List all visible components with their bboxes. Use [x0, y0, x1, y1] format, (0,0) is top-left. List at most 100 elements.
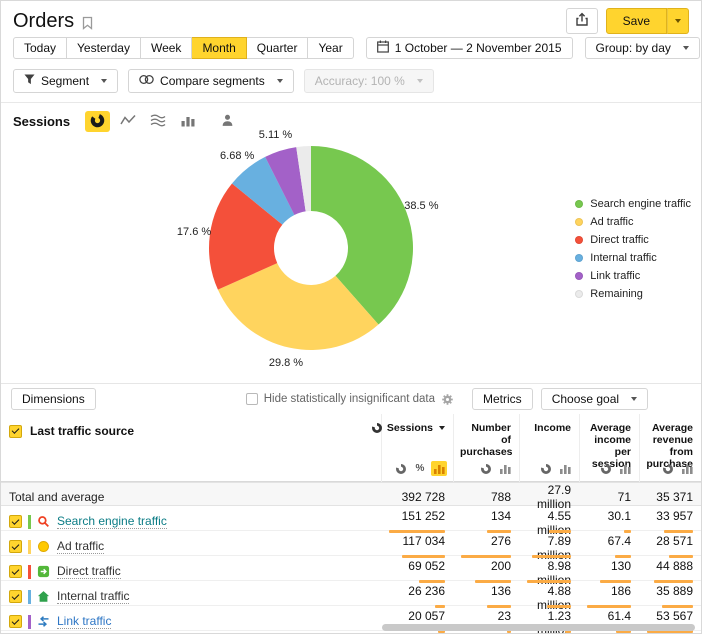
group-by-dropdown[interactable]: Group: by day	[585, 37, 700, 59]
chart-type-audience-button[interactable]	[215, 111, 240, 132]
page-title: Orders	[13, 10, 74, 33]
pie-icon	[90, 113, 105, 131]
export-button[interactable]	[566, 8, 598, 34]
legend-item[interactable]: Search engine traffic	[575, 195, 691, 213]
legend-label: Ad traffic	[590, 216, 633, 228]
choose-goal-dropdown[interactable]: Choose goal	[541, 388, 648, 410]
period-quarter[interactable]: Quarter	[247, 37, 309, 59]
table-row: Direct traffic 69 052 200 8.98 million 1…	[1, 556, 701, 581]
bars-toggle-icon[interactable]	[497, 461, 513, 476]
traffic-source-link[interactable]: Direct traffic	[57, 564, 121, 579]
legend-item[interactable]: Internal traffic	[575, 249, 691, 267]
gear-icon[interactable]	[441, 393, 454, 406]
save-dropdown-button[interactable]	[667, 8, 689, 34]
legend-item[interactable]: Remaining	[575, 285, 691, 303]
legend-color-dot	[575, 236, 583, 244]
legend-color-dot	[575, 272, 583, 280]
choose-goal-label: Choose goal	[552, 392, 619, 406]
hide-insignificant-checkbox[interactable]	[246, 393, 258, 405]
chart-area: 38.5 %29.8 %17.6 %6.68 %5.11 % Search en…	[1, 137, 701, 383]
compare-segments-icon	[139, 74, 154, 88]
legend-label: Direct traffic	[590, 234, 648, 246]
chart-toolbar: Sessions	[1, 103, 701, 137]
bookmark-icon[interactable]	[82, 16, 93, 30]
row-checkbox[interactable]	[9, 565, 22, 578]
chart-type-stacked-button[interactable]	[145, 111, 170, 132]
total-label: Total and average	[1, 490, 381, 504]
period-month[interactable]: Month	[192, 37, 246, 59]
legend-color-dot	[575, 200, 583, 208]
internal-traffic-icon	[37, 590, 51, 604]
period-week[interactable]: Week	[141, 37, 192, 59]
row-checkbox[interactable]	[9, 540, 22, 553]
calendar-icon	[377, 40, 389, 56]
legend-color-dot	[575, 290, 583, 298]
table-header-row: Last traffic source Sessions Number of p…	[1, 414, 701, 460]
compare-segments-dropdown[interactable]: Compare segments	[128, 69, 294, 93]
traffic-source-link[interactable]: Ad traffic	[57, 539, 104, 554]
segment-toolbar: Segment Compare segments Accuracy: 100 %	[1, 65, 701, 103]
percent-toggle-icon[interactable]: %	[412, 461, 428, 476]
sort-desc-icon	[439, 426, 445, 430]
dimensions-button[interactable]: Dimensions	[11, 388, 96, 410]
chart-type-pie-button[interactable]	[85, 111, 110, 132]
row-checkbox[interactable]	[9, 615, 22, 628]
accuracy-label: Accuracy: 100 %	[315, 74, 405, 88]
column-header-income[interactable]: Income	[519, 414, 579, 460]
pie-percent-label: 17.6 %	[177, 226, 211, 238]
chevron-down-icon	[683, 46, 689, 50]
stacked-area-icon	[150, 113, 166, 130]
table-controls: Dimensions Hide statistically insignific…	[1, 383, 701, 414]
donut-toggle-icon[interactable]	[660, 461, 676, 476]
column-header-purchases[interactable]: Number of purchases	[453, 414, 519, 460]
chevron-down-icon	[101, 79, 107, 83]
row-checkbox[interactable]	[9, 515, 22, 528]
period-year[interactable]: Year	[308, 37, 353, 59]
period-yesterday[interactable]: Yesterday	[67, 37, 141, 59]
series-color-stripe	[28, 540, 31, 554]
select-all-checkbox[interactable]	[9, 425, 22, 438]
bars-toggle-icon[interactable]	[431, 461, 447, 476]
donut-toggle-icon[interactable]	[598, 461, 614, 476]
period-today[interactable]: Today	[13, 37, 67, 59]
legend-item[interactable]: Link traffic	[575, 267, 691, 285]
chart-metric-label: Sessions	[13, 114, 70, 129]
chart-type-columns-button[interactable]	[175, 111, 200, 132]
funnel-icon	[24, 74, 35, 88]
donut-toggle-icon[interactable]	[478, 461, 494, 476]
date-range-button[interactable]: 1 October — 2 November 2015	[366, 37, 573, 59]
legend-label: Internal traffic	[590, 252, 656, 264]
pie-wrap: 38.5 %29.8 %17.6 %6.68 %5.11 %	[208, 145, 414, 351]
table-row: Internal traffic 26 236 136 4.88 million…	[1, 581, 701, 606]
table-row: Search engine traffic 151 252 134 4.55 m…	[1, 506, 701, 531]
bars-toggle-icon[interactable]	[679, 461, 695, 476]
chevron-down-icon	[631, 397, 637, 401]
report-header: Orders Save	[1, 1, 701, 35]
dimension-column-header[interactable]: Last traffic source	[30, 424, 134, 438]
bars-toggle-icon[interactable]	[557, 461, 573, 476]
column-header-avg-revenue[interactable]: Average revenue from purchase	[639, 414, 701, 460]
donut-toggle-icon[interactable]	[393, 461, 409, 476]
metric-display-toggles: %	[1, 460, 701, 482]
save-split-button: Save	[606, 8, 689, 34]
bars-toggle-icon[interactable]	[617, 461, 633, 476]
column-header-avg-income[interactable]: Average income per session	[579, 414, 639, 460]
legend-item[interactable]: Ad traffic	[575, 213, 691, 231]
save-button[interactable]: Save	[606, 8, 667, 34]
group-by-label: Group: by day	[596, 41, 671, 55]
hide-insignificant-control[interactable]: Hide statistically insignificant data	[246, 393, 435, 405]
chart-type-line-button[interactable]	[115, 111, 140, 132]
traffic-source-link[interactable]: Search engine traffic	[57, 514, 167, 529]
segment-dropdown[interactable]: Segment	[13, 69, 118, 93]
legend-item[interactable]: Direct traffic	[575, 231, 691, 249]
table-row: Ad traffic 117 034 276 7.89 million 67.4…	[1, 531, 701, 556]
horizontal-scrollbar[interactable]	[382, 624, 695, 631]
donut-toggle-icon[interactable]	[538, 461, 554, 476]
metrics-button[interactable]: Metrics	[472, 388, 533, 410]
row-checkbox[interactable]	[9, 590, 22, 603]
column-header-sessions[interactable]: Sessions	[381, 414, 453, 460]
traffic-source-link[interactable]: Internal traffic	[57, 589, 129, 604]
accuracy-dropdown[interactable]: Accuracy: 100 %	[304, 69, 434, 93]
period-button-group: Today Yesterday Week Month Quarter Year	[13, 37, 354, 59]
traffic-source-link[interactable]: Link traffic	[57, 614, 111, 629]
